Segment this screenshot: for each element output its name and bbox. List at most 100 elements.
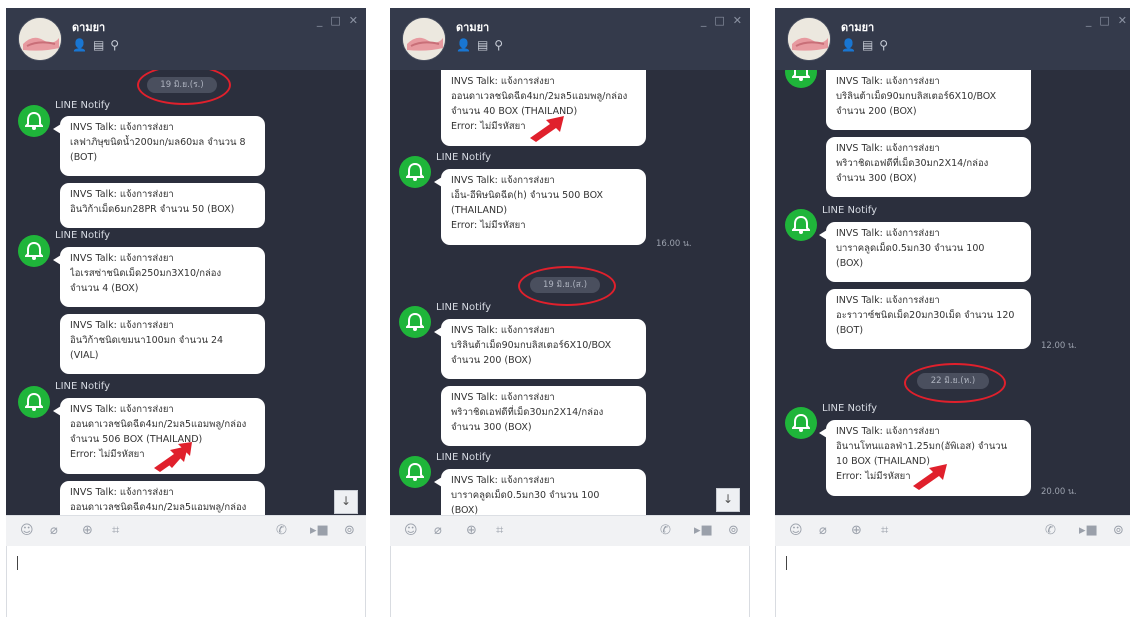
message-bubble[interactable]: INVS Talk: แจ้งการส่งยา พริวาชิดเอฟดีที่… (441, 386, 646, 446)
sender-name: LINE Notify (55, 381, 111, 392)
message-time: 20.00 น. (1041, 487, 1077, 497)
line-notify-avatar[interactable] (18, 105, 50, 137)
minimize-icon[interactable]: _ (317, 14, 323, 27)
line-notify-avatar[interactable] (18, 235, 50, 267)
call-icon[interactable]: ✆ (660, 523, 671, 538)
chat-window-1: ดามยา 👤 ▤ ⚲ _ □ ✕ 19 มิ.ย.(ร.) LINE Noti… (6, 8, 366, 617)
line-notify-avatar[interactable] (785, 407, 817, 439)
line-notify-avatar[interactable] (399, 456, 431, 488)
message-bubble[interactable]: INVS Talk: แจ้งการส่งยา บริลินต้าเม็ด90ม… (826, 70, 1031, 130)
settings-icon[interactable]: ⊚ (728, 523, 739, 538)
line-notify-avatar[interactable] (399, 156, 431, 188)
message-line: ออนดาเวลชนิดฉีด4มก/2มล5แอมพลู/กล่อง (70, 502, 247, 513)
message-line: INVS Talk: แจ้งการส่งยา (836, 143, 940, 154)
video-icon[interactable]: ▸■ (1079, 523, 1098, 538)
sender-name: LINE Notify (436, 452, 492, 463)
message-line: INVS Talk: แจ้งการส่งยา (836, 228, 940, 239)
close-icon[interactable]: ✕ (733, 14, 742, 27)
chat-window-2: ดามยา 👤 ▤ ⚲ _ □ ✕ INVS Talk: แจ้งการส่งย… (390, 8, 750, 617)
message-line: INVS Talk: แจ้งการส่งยา (451, 325, 555, 336)
title-icons: 👤 ▤ ⚲ (841, 39, 888, 51)
notebook-icon[interactable]: ▤ (862, 39, 873, 51)
highlight-circle (904, 363, 1006, 403)
title-bar: ดามยา 👤 ▤ ⚲ _ □ ✕ (6, 8, 366, 70)
chat-area: INVS Talk: แจ้งการส่งยา ออนดาเวลชนิดฉีด4… (390, 70, 750, 515)
person-icon[interactable]: 👤 (72, 39, 87, 51)
keep-icon[interactable]: ⊕ (466, 523, 477, 538)
chat-window-3: ดามยา 👤 ▤ ⚲ _ □ ✕ INVS Talk: แจ้งการส่งย… (775, 8, 1130, 617)
maximize-icon[interactable]: □ (1099, 14, 1109, 27)
minimize-icon[interactable]: _ (1086, 14, 1092, 27)
message-bubble[interactable]: INVS Talk: แจ้งการส่งยา เลฟาภิษุขนิดน้ำ2… (60, 116, 265, 176)
message-line: INVS Talk: แจ้งการส่งยา (836, 76, 940, 87)
message-line: (THAILAND) (451, 205, 508, 216)
line-notify-avatar[interactable] (18, 386, 50, 418)
message-bubble[interactable]: INVS Talk: แจ้งการส่งยา อินวิก้าชนิดเขมน… (60, 314, 265, 374)
close-icon[interactable]: ✕ (1118, 14, 1127, 27)
attach-icon[interactable]: ⌀ (819, 523, 827, 538)
line-notify-avatar[interactable] (785, 70, 817, 88)
maximize-icon[interactable]: □ (714, 14, 724, 27)
message-bubble[interactable]: INVS Talk: แจ้งการส่งยา เอ็น-อีพิษนิดฉีด… (441, 169, 646, 245)
person-icon[interactable]: 👤 (841, 39, 856, 51)
message-line: INVS Talk: แจ้งการส่งยา (451, 76, 555, 87)
avatar[interactable] (787, 17, 831, 61)
scroll-down-button[interactable]: ↓ (716, 488, 740, 512)
screenshot-icon[interactable]: ⌗ (881, 523, 888, 538)
call-icon[interactable]: ✆ (276, 523, 287, 538)
emoji-icon[interactable]: ☺ (789, 523, 803, 538)
message-bubble[interactable]: INVS Talk: แจ้งการส่งยา ออนดาเวลชนิดฉีด4… (60, 481, 265, 515)
message-input[interactable] (390, 546, 750, 617)
screenshot-icon[interactable]: ⌗ (112, 523, 119, 538)
message-bubble[interactable]: INVS Talk: แจ้งการส่งยา บาราคลูดเม็ด0.5ม… (826, 222, 1031, 282)
close-icon[interactable]: ✕ (349, 14, 358, 27)
keep-icon[interactable]: ⊕ (851, 523, 862, 538)
message-line: INVS Talk: แจ้งการส่งยา (451, 475, 555, 486)
line-notify-avatar[interactable] (399, 306, 431, 338)
chat-title: ดามยา (72, 21, 106, 34)
message-line: INVS Talk: แจ้งการส่งยา (836, 426, 940, 437)
settings-icon[interactable]: ⊚ (1113, 523, 1124, 538)
message-bubble[interactable]: INVS Talk: แจ้งการส่งยา อินวิก้าเม็ด6มก2… (60, 183, 265, 228)
line-notify-avatar[interactable] (785, 209, 817, 241)
maximize-icon[interactable]: □ (330, 14, 340, 27)
message-bubble[interactable]: INVS Talk: แจ้งการส่งยา บริลินต้าเม็ด90ม… (441, 319, 646, 379)
keep-icon[interactable]: ⊕ (82, 523, 93, 538)
attach-icon[interactable]: ⌀ (434, 523, 442, 538)
message-bubble[interactable]: INVS Talk: แจ้งการส่งยา บาราคลูดเม็ด0.5ม… (441, 469, 646, 515)
red-arrow-annotation (913, 464, 947, 490)
chat-title: ดามยา (456, 21, 490, 34)
attach-icon[interactable]: ⌀ (50, 523, 58, 538)
message-input[interactable] (6, 546, 366, 617)
notebook-icon[interactable]: ▤ (93, 39, 104, 51)
notebook-icon[interactable]: ▤ (477, 39, 488, 51)
message-line: เอ็น-อีพิษนิดฉีด(h) จำนวน 500 BOX (451, 190, 603, 201)
sender-name: LINE Notify (822, 205, 878, 216)
screenshot-icon[interactable]: ⌗ (496, 523, 503, 538)
call-icon[interactable]: ✆ (1045, 523, 1056, 538)
video-icon[interactable]: ▸■ (310, 523, 329, 538)
message-line: จำนวน 300 (BOX) (451, 422, 532, 433)
minimize-icon[interactable]: _ (701, 14, 707, 27)
title-icons: 👤 ▤ ⚲ (456, 39, 503, 51)
emoji-icon[interactable]: ☺ (404, 523, 418, 538)
emoji-icon[interactable]: ☺ (20, 523, 34, 538)
message-time: 16.00 น. (656, 239, 692, 249)
search-icon[interactable]: ⚲ (879, 39, 888, 51)
avatar[interactable] (402, 17, 446, 61)
person-icon[interactable]: 👤 (456, 39, 471, 51)
message-toolbar: ☺ ⌀ ⊕ ⌗ ✆ ▸■ ⊚ (6, 515, 366, 546)
message-input[interactable] (775, 546, 1130, 617)
message-line: Error: ไม่มีรหัสยา (451, 220, 526, 231)
search-icon[interactable]: ⚲ (494, 39, 503, 51)
message-bubble[interactable]: INVS Talk: แจ้งการส่งยา ไอเรสซ่าชนิดเม็ด… (60, 247, 265, 307)
message-bubble[interactable]: INVS Talk: แจ้งการส่งยา พริวาชิดเอฟดีที่… (826, 137, 1031, 197)
message-bubble[interactable]: INVS Talk: แจ้งการส่งยา อะราวาซ์ชนิดเม็ด… (826, 289, 1031, 349)
message-line: ไอเรสซ่าชนิดเม็ด250มก3X10/กล่อง (70, 268, 222, 279)
message-line: INVS Talk: แจ้งการส่งยา (70, 320, 174, 331)
avatar[interactable] (18, 17, 62, 61)
settings-icon[interactable]: ⊚ (344, 523, 355, 538)
video-icon[interactable]: ▸■ (694, 523, 713, 538)
scroll-down-button[interactable]: ↓ (334, 490, 358, 514)
search-icon[interactable]: ⚲ (110, 39, 119, 51)
